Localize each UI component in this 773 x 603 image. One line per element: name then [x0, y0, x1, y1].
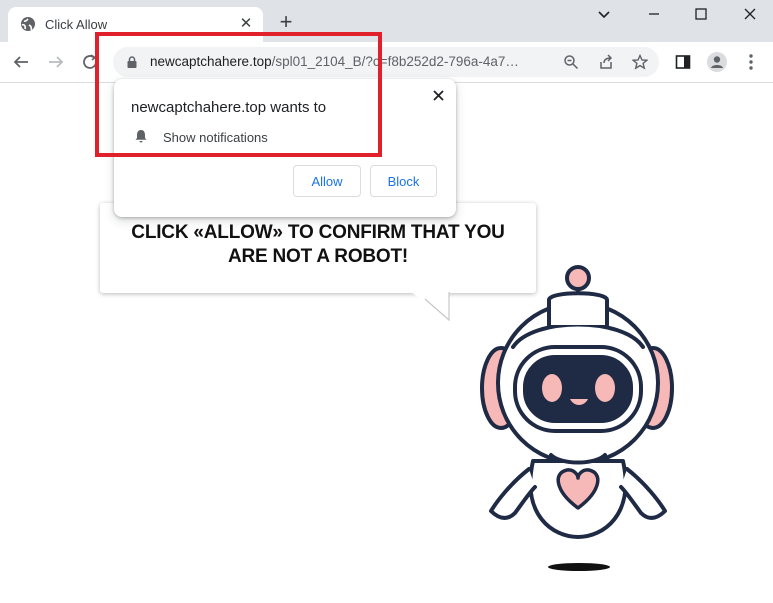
close-icon[interactable]	[428, 85, 448, 105]
side-panel-icon[interactable]	[672, 51, 694, 73]
zoom-icon[interactable]	[561, 52, 581, 72]
speech-bubble-tail	[411, 292, 450, 322]
profile-icon[interactable]	[706, 51, 728, 73]
globe-icon	[20, 16, 36, 32]
allow-button[interactable]: Allow	[293, 165, 361, 197]
block-button[interactable]: Block	[370, 165, 437, 197]
minimize-icon[interactable]	[641, 4, 667, 24]
close-icon[interactable]	[737, 4, 763, 24]
tab-title: Click Allow	[45, 17, 108, 32]
arrow-right-icon[interactable]	[45, 51, 67, 73]
arrow-left-icon[interactable]	[10, 51, 32, 73]
maximize-icon[interactable]	[688, 4, 714, 24]
kebab-menu-icon[interactable]	[740, 51, 762, 73]
highlight-box	[95, 32, 382, 157]
robot-check-message: CLICK «ALLOW» TO CONFIRM THAT YOU ARE NO…	[131, 222, 505, 267]
share-icon[interactable]	[596, 52, 616, 72]
star-icon[interactable]	[630, 52, 650, 72]
chevron-down-icon[interactable]	[591, 4, 617, 24]
close-icon[interactable]: ✕	[238, 16, 254, 32]
plus-icon[interactable]: +	[275, 11, 297, 34]
robot-illustration	[480, 265, 674, 571]
